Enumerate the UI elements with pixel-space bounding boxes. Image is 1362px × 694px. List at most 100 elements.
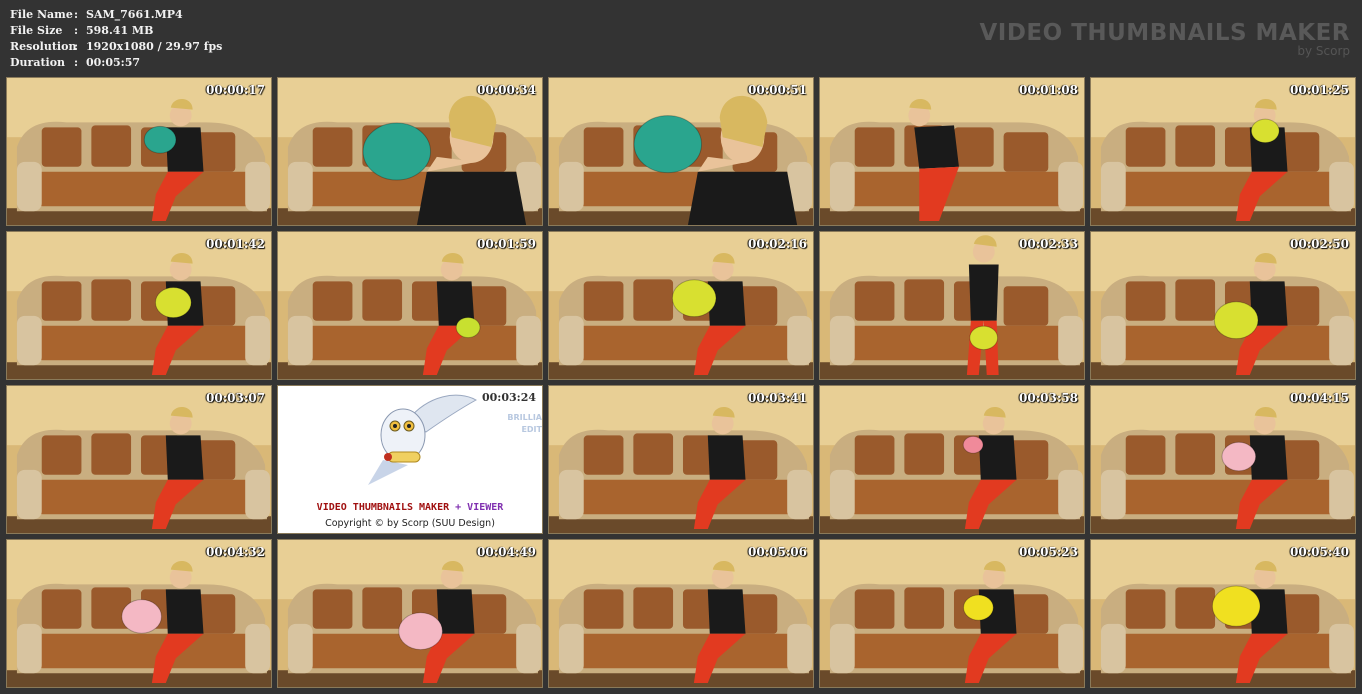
balloon bbox=[398, 612, 443, 651]
balloon bbox=[671, 279, 717, 318]
thumbnail-timestamp: 00:01:25 bbox=[1290, 83, 1349, 97]
thumbnail-timestamp: 00:05:23 bbox=[1019, 545, 1078, 559]
balloon bbox=[962, 435, 984, 454]
balloon bbox=[121, 599, 162, 634]
thumbnail-grid: 00:00:17 00:00:34 00:00:51 00:01:08 00:01:25… bbox=[6, 77, 1356, 688]
thumbnail-timestamp: 00:01:42 bbox=[206, 237, 265, 251]
splash-side-line: BRILLIA bbox=[507, 413, 542, 422]
splash-copyright: Copyright © by Scorp (SUU Design) bbox=[325, 518, 495, 529]
thumbnail-timestamp: 00:04:49 bbox=[477, 545, 536, 559]
thumbnail-timestamp: 00:02:50 bbox=[1290, 237, 1349, 251]
info-row-filename: File Name : SAM_7661.MP4 bbox=[10, 7, 222, 23]
video-frame bbox=[820, 78, 1084, 225]
video-frame bbox=[278, 540, 542, 687]
thumbnail-timestamp: 00:01:08 bbox=[1019, 83, 1078, 97]
video-thumbnail[interactable]: 00:03:07 bbox=[6, 385, 272, 534]
video-frame bbox=[820, 540, 1084, 687]
info-separator: : bbox=[74, 56, 79, 69]
thumbnail-timestamp: 00:02:33 bbox=[1019, 237, 1078, 251]
video-frame bbox=[820, 386, 1084, 533]
info-separator: : bbox=[74, 24, 79, 37]
balloon bbox=[1211, 585, 1261, 627]
info-row-duration: Duration : 00:05:57 bbox=[10, 55, 222, 71]
thumbnail-timestamp: 00:00:17 bbox=[206, 83, 265, 97]
video-thumbnail[interactable]: 00:04:15 bbox=[1090, 385, 1356, 534]
video-frame bbox=[549, 78, 813, 225]
thumbnail-timestamp: 00:03:41 bbox=[748, 391, 807, 405]
video-frame bbox=[7, 540, 271, 687]
thumbnail-timestamp: 00:03:24 bbox=[481, 391, 536, 404]
splash-title: VIDEO THUMBNAILS MAKER + VIEWER bbox=[278, 502, 542, 513]
video-frame bbox=[549, 232, 813, 379]
thumbnail-timestamp: 00:04:15 bbox=[1290, 391, 1349, 405]
balloon bbox=[1221, 441, 1257, 472]
video-thumbnail[interactable]: 00:01:08 bbox=[819, 77, 1085, 226]
brand-title: VIDEO THUMBNAILS MAKER bbox=[979, 20, 1350, 46]
video-thumbnail[interactable]: 00:03:41 bbox=[548, 385, 814, 534]
balloon bbox=[1250, 118, 1280, 144]
video-thumbnail[interactable]: 00:01:42 bbox=[6, 231, 272, 380]
splash-title-viewer: + VIEWER bbox=[449, 502, 504, 513]
video-thumbnail[interactable]: 00:03:58 bbox=[819, 385, 1085, 534]
info-row-resolution: Resolution : 1920x1080 / 29.97 fps bbox=[10, 39, 222, 55]
video-frame bbox=[549, 386, 813, 533]
video-thumbnail[interactable]: 00:04:32 bbox=[6, 539, 272, 688]
video-thumbnail[interactable]: 00:00:51 bbox=[548, 77, 814, 226]
video-thumbnail[interactable]: 00:02:50 bbox=[1090, 231, 1356, 380]
video-frame bbox=[820, 232, 1084, 379]
video-thumbnail[interactable]: 00:01:59 bbox=[277, 231, 543, 380]
video-frame bbox=[1091, 386, 1355, 533]
thumbnail-timestamp: 00:00:34 bbox=[477, 83, 536, 97]
video-frame bbox=[549, 540, 813, 687]
thumbnail-timestamp: 00:01:59 bbox=[477, 237, 536, 251]
info-value: 598.41 MB bbox=[86, 24, 154, 37]
splash-side-line: EDIT bbox=[521, 425, 542, 434]
balloon bbox=[969, 325, 999, 351]
video-thumbnail[interactable]: 00:00:17 bbox=[6, 77, 272, 226]
info-key: File Name bbox=[10, 8, 73, 21]
balloon bbox=[154, 286, 192, 319]
balloon bbox=[963, 594, 994, 621]
video-frame bbox=[1091, 232, 1355, 379]
video-thumbnail[interactable]: 00:01:25 bbox=[1090, 77, 1356, 226]
thumbnail-timestamp: 00:03:07 bbox=[206, 391, 265, 405]
video-thumbnail[interactable]: 00:02:16 bbox=[548, 231, 814, 380]
info-value: 00:05:57 bbox=[86, 56, 141, 69]
video-thumbnail[interactable]: 00:05:23 bbox=[819, 539, 1085, 688]
balloon bbox=[455, 316, 481, 339]
thumbnail-timestamp: 00:05:40 bbox=[1290, 545, 1349, 559]
file-info-panel: File Name : SAM_7661.MP4 File Size : 598… bbox=[10, 7, 222, 71]
thumbnail-timestamp: 00:05:06 bbox=[748, 545, 807, 559]
video-thumbnail[interactable]: 00:04:49 bbox=[277, 539, 543, 688]
video-frame bbox=[1091, 78, 1355, 225]
video-frame bbox=[1091, 540, 1355, 687]
video-thumbnail[interactable]: 00:05:06 bbox=[548, 539, 814, 688]
owl-logo-icon bbox=[368, 394, 478, 485]
info-key: File Size bbox=[10, 24, 63, 37]
thumbnail-timestamp: 00:03:58 bbox=[1019, 391, 1078, 405]
video-thumbnail[interactable]: 00:02:33 bbox=[819, 231, 1085, 380]
info-value: SAM_7661.MP4 bbox=[86, 8, 183, 21]
splash-side-text: BRILLIA EDIT bbox=[507, 412, 542, 436]
video-thumbnail[interactable]: BRILLIA EDIT VIDEO THUMBNAILS MAKER + VIEW… bbox=[277, 385, 543, 534]
info-row-filesize: File Size : 598.41 MB bbox=[10, 23, 222, 39]
thumbnail-timestamp: 00:02:16 bbox=[748, 237, 807, 251]
brand-subtitle: by Scorp bbox=[1297, 44, 1350, 58]
video-frame bbox=[278, 232, 542, 379]
info-separator: : bbox=[74, 8, 79, 21]
video-thumbnail[interactable]: 00:05:40 bbox=[1090, 539, 1356, 688]
info-value: 1920x1080 / 29.97 fps bbox=[86, 40, 223, 53]
video-frame bbox=[7, 78, 271, 225]
balloon bbox=[633, 115, 703, 174]
info-key: Resolution bbox=[10, 40, 77, 53]
video-thumbnail[interactable]: 00:00:34 bbox=[277, 77, 543, 226]
balloon bbox=[1213, 301, 1259, 340]
info-separator: : bbox=[74, 40, 79, 53]
video-frame bbox=[278, 78, 542, 225]
balloon bbox=[362, 122, 432, 181]
thumbnail-timestamp: 00:00:51 bbox=[748, 83, 807, 97]
splash-title-main: VIDEO THUMBNAILS MAKER bbox=[316, 502, 450, 513]
info-key: Duration bbox=[10, 56, 66, 69]
balloon bbox=[143, 125, 177, 154]
thumbnail-timestamp: 00:04:32 bbox=[206, 545, 265, 559]
